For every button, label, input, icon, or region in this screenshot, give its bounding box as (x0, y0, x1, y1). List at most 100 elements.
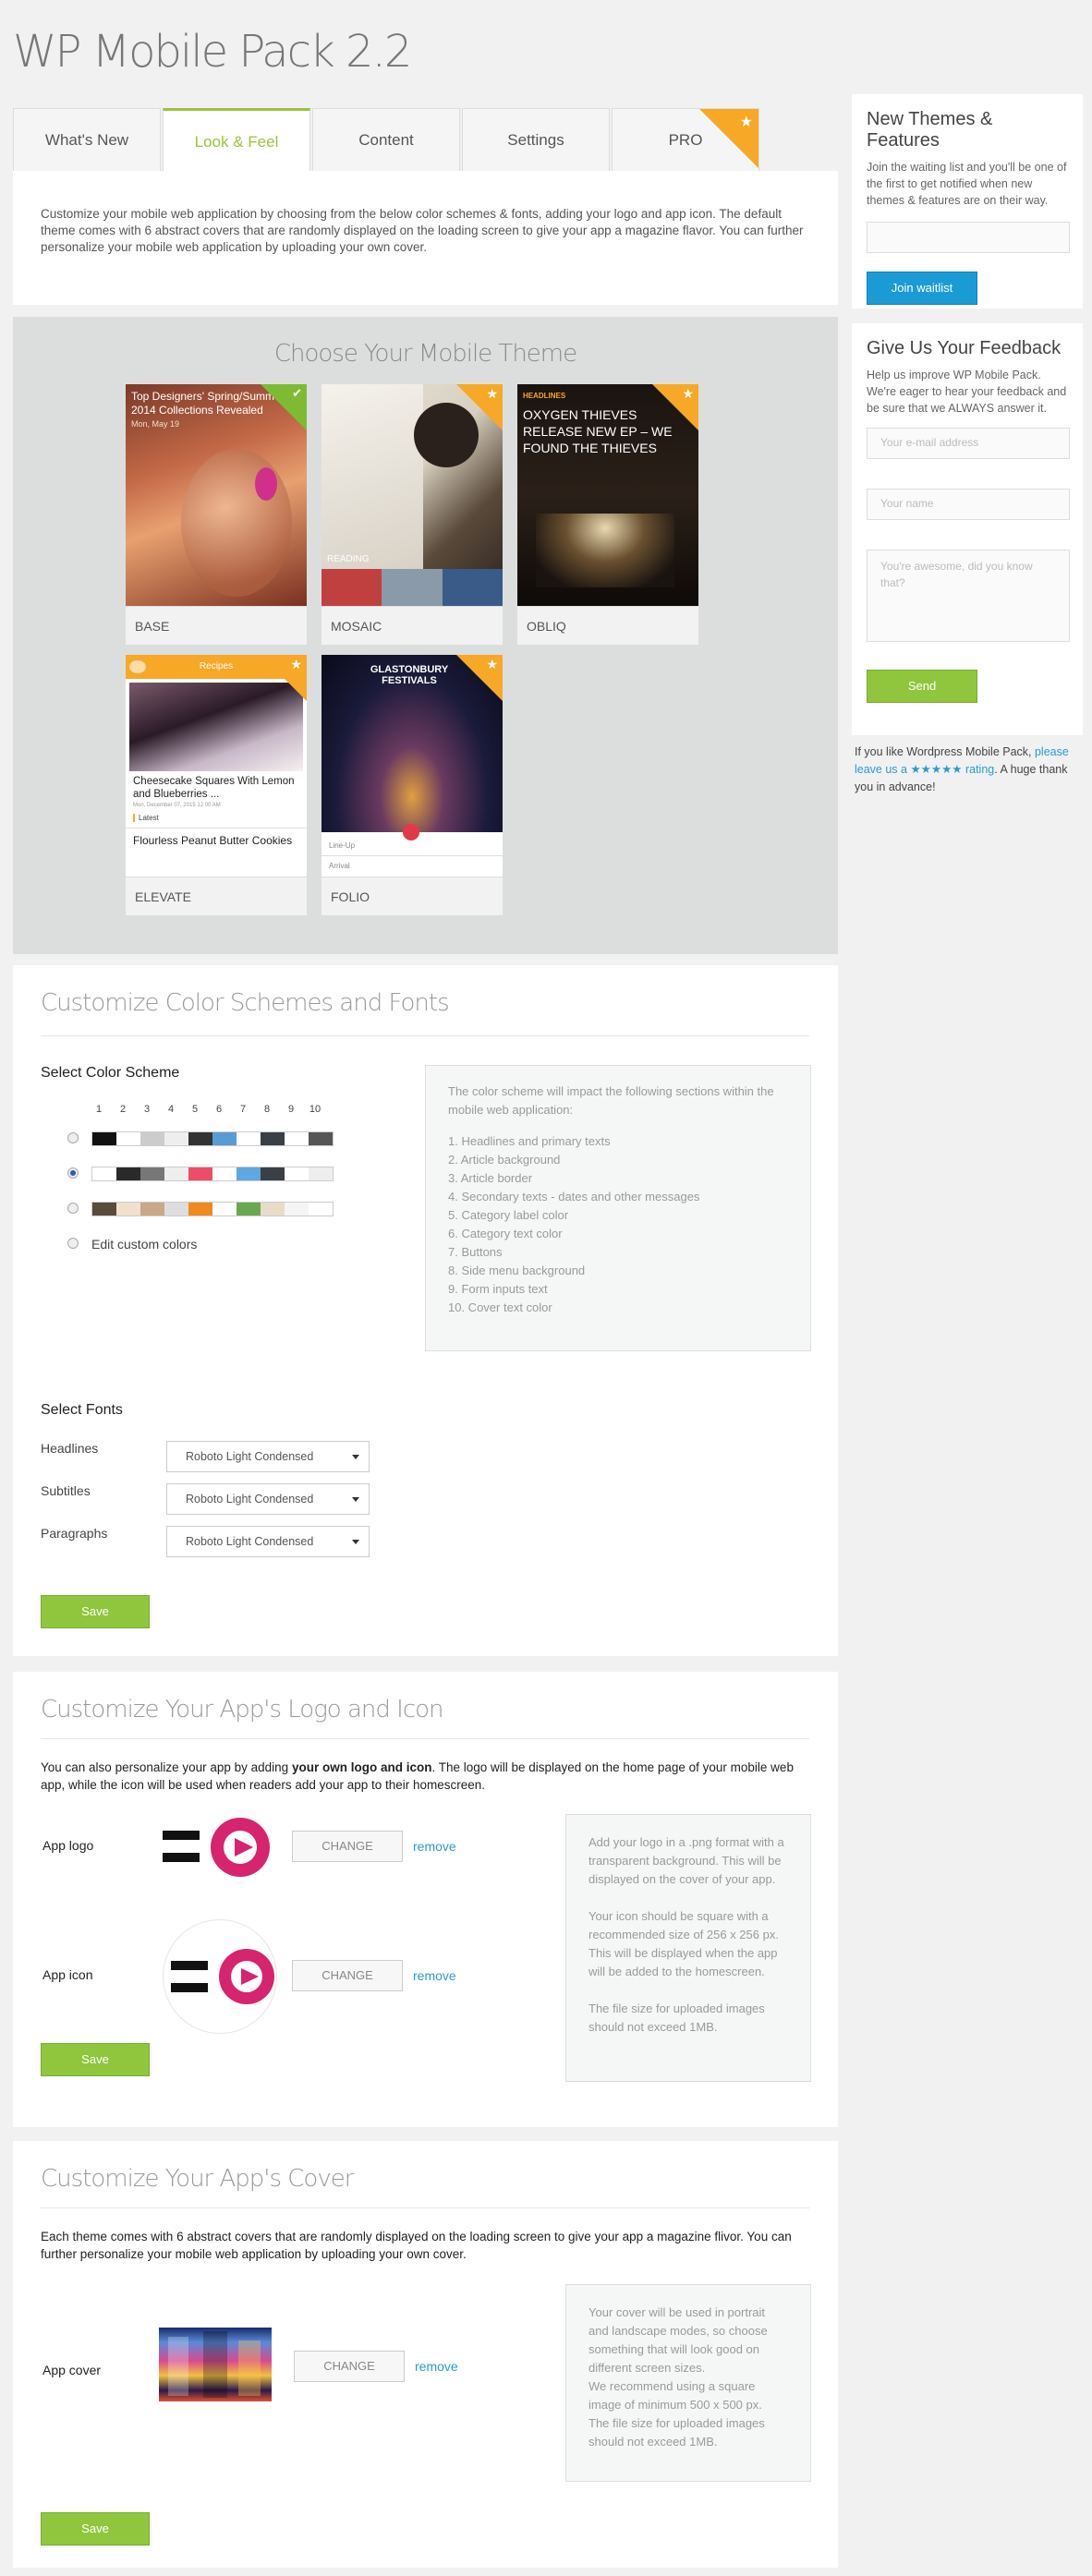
star-icon: ★ (739, 115, 753, 130)
divider (41, 1738, 809, 1739)
font-select-subtitles[interactable]: Roboto Light Condensed (166, 1483, 370, 1515)
tab-content[interactable]: Content (312, 108, 460, 171)
color-swatch[interactable] (212, 1167, 237, 1180)
color-swatch[interactable] (188, 1203, 212, 1215)
color-swatch[interactable] (309, 1132, 333, 1145)
color-swatch[interactable] (285, 1132, 309, 1145)
app-icon-preview (163, 1919, 277, 2034)
save-colors-button[interactable]: Save (41, 1595, 150, 1628)
custom-colors-radio[interactable] (67, 1238, 79, 1249)
color-swatch[interactable] (237, 1203, 261, 1215)
feedback-name-input[interactable]: Your name (867, 489, 1070, 520)
change-logo-button[interactable]: CHANGE (292, 1831, 403, 1862)
tab-whats-new[interactable]: What's New (13, 108, 161, 171)
color-swatch[interactable] (92, 1132, 116, 1145)
waitlist-text: Join the waiting list and you'll be one … (867, 161, 1067, 207)
change-icon-button[interactable]: CHANGE (292, 1960, 403, 1991)
scheme-radio-3[interactable] (67, 1203, 79, 1214)
scheme-radio-2[interactable] (67, 1167, 79, 1179)
theme-card-elevate[interactable]: Recipes Cheesecake Squares With Lemon an… (126, 655, 307, 915)
star-icon: ★ (682, 386, 694, 401)
color-swatch[interactable] (212, 1203, 237, 1215)
save-cover-button[interactable]: Save (41, 2512, 150, 2546)
color-swatch[interactable] (212, 1132, 237, 1145)
color-swatch[interactable] (116, 1167, 140, 1180)
elevate-second-title: Flourless Peanut Butter Cookies (126, 828, 307, 848)
remove-cover-link[interactable]: remove (415, 2359, 458, 2374)
color-swatch[interactable] (309, 1203, 333, 1215)
color-swatch[interactable] (116, 1203, 140, 1215)
logo-info-box: Add your logo in a .png format with a tr… (565, 1814, 811, 2082)
font-label-paragraphs: Paragraphs (41, 1526, 108, 1541)
theme-chooser: Choose Your Mobile Theme Top Designers' … (13, 317, 838, 954)
color-swatch[interactable] (261, 1132, 285, 1145)
color-swatch[interactable] (92, 1203, 116, 1215)
font-label-headlines: Headlines (41, 1441, 99, 1456)
app-logo-label: App logo (42, 1838, 94, 1853)
color-info-item: 4. Secondary texts - dates and other mes… (448, 1190, 700, 1203)
color-swatch[interactable] (285, 1167, 309, 1180)
logo-info-p1: Add your logo in a .png format with a tr… (588, 1835, 784, 1886)
color-scheme-1[interactable] (91, 1131, 334, 1146)
color-column-numbers: 1 2 3 4 5 6 7 8 9 10 (87, 1104, 327, 1115)
elevate-post-meta: Mon, December 07, 2015 12:00 AM (133, 803, 221, 808)
page-title: WP Mobile Pack 2.2 (13, 26, 412, 78)
custom-colors-label[interactable]: Edit custom colors (91, 1237, 197, 1252)
color-swatch[interactable] (140, 1167, 164, 1180)
remove-icon-link[interactable]: remove (413, 1968, 456, 1983)
feedback-text: Help us improve WP Mobile Pack. We're ea… (867, 369, 1067, 415)
color-swatch[interactable] (92, 1167, 116, 1180)
feedback-title: Give Us Your Feedback (867, 338, 1062, 358)
color-scheme-2[interactable] (91, 1167, 334, 1181)
scheme-radio-1[interactable] (67, 1132, 79, 1143)
color-column-number: 6 (215, 1104, 223, 1115)
color-swatch[interactable] (188, 1167, 212, 1180)
color-swatch[interactable] (237, 1132, 261, 1145)
feedback-message-textarea[interactable]: You're awesome, did you know that? (867, 550, 1070, 642)
color-info-item: 10. Cover text color (448, 1300, 552, 1314)
color-swatch[interactable] (261, 1167, 285, 1180)
theme-card-obliq[interactable]: HEADLINES OXYGEN THIEVES RELEASE NEW EP … (517, 384, 698, 645)
theme-card-mosaic[interactable]: READING ★ MOSAIC (322, 384, 503, 645)
color-swatch[interactable] (188, 1132, 212, 1145)
tab-look-and-feel[interactable]: Look & Feel (163, 108, 310, 173)
theme-card-base[interactable]: Top Designers' Spring/Summer 2014 Collec… (126, 384, 307, 645)
color-scheme-3[interactable] (91, 1202, 334, 1216)
color-swatch[interactable] (309, 1167, 333, 1180)
theme-preview-obliq: HEADLINES OXYGEN THIEVES RELEASE NEW EP … (517, 384, 698, 606)
color-info-item: 5. Category label color (448, 1208, 569, 1222)
color-swatch[interactable] (116, 1132, 140, 1145)
cover-description: Each theme comes with 6 abstract covers … (41, 2230, 792, 2261)
save-logo-button[interactable]: Save (41, 2043, 150, 2076)
folio-poster-text: GLASTONBURY FESTIVALS (370, 664, 449, 686)
tab-settings[interactable]: Settings (462, 108, 610, 171)
color-swatch[interactable] (140, 1132, 164, 1145)
logo-desc-bold: your own logo and icon (291, 1760, 432, 1774)
cover-info-p2: We recommend using a square image of min… (588, 2379, 762, 2412)
feedback-email-input[interactable]: Your e-mail address (867, 428, 1070, 459)
color-swatch[interactable] (285, 1203, 309, 1215)
logo-desc-part1: You can also personalize your app by add… (41, 1760, 292, 1774)
color-swatch[interactable] (164, 1132, 188, 1145)
font-select-paragraphs[interactable]: Roboto Light Condensed (166, 1526, 370, 1557)
color-column-number: 5 (191, 1104, 199, 1115)
color-column-number: 8 (263, 1104, 271, 1115)
font-select-headlines[interactable]: Roboto Light Condensed (166, 1441, 370, 1472)
color-swatch[interactable] (164, 1203, 188, 1215)
app-cover-preview (159, 2328, 272, 2401)
send-feedback-button[interactable]: Send (867, 670, 977, 703)
remove-logo-link[interactable]: remove (413, 1839, 456, 1854)
logo-info-p2: Your icon should be square with a recomm… (588, 1909, 779, 1978)
color-swatch[interactable] (261, 1203, 285, 1215)
star-icon: ★ (486, 386, 498, 401)
waitlist-email-input[interactable] (867, 222, 1070, 253)
app-cover-label: App cover (42, 2363, 102, 2377)
color-swatch[interactable] (140, 1203, 164, 1215)
tab-pro[interactable]: PRO ★ (612, 108, 759, 171)
color-swatch[interactable] (164, 1167, 188, 1180)
theme-preview-folio: GLASTONBURY FESTIVALS Line-Up Arrival ★ (322, 655, 503, 877)
color-swatch[interactable] (237, 1167, 261, 1180)
join-waitlist-button[interactable]: Join waitlist (867, 272, 977, 305)
theme-card-folio[interactable]: GLASTONBURY FESTIVALS Line-Up Arrival ★ … (322, 655, 503, 915)
change-cover-button[interactable]: CHANGE (294, 2351, 405, 2382)
